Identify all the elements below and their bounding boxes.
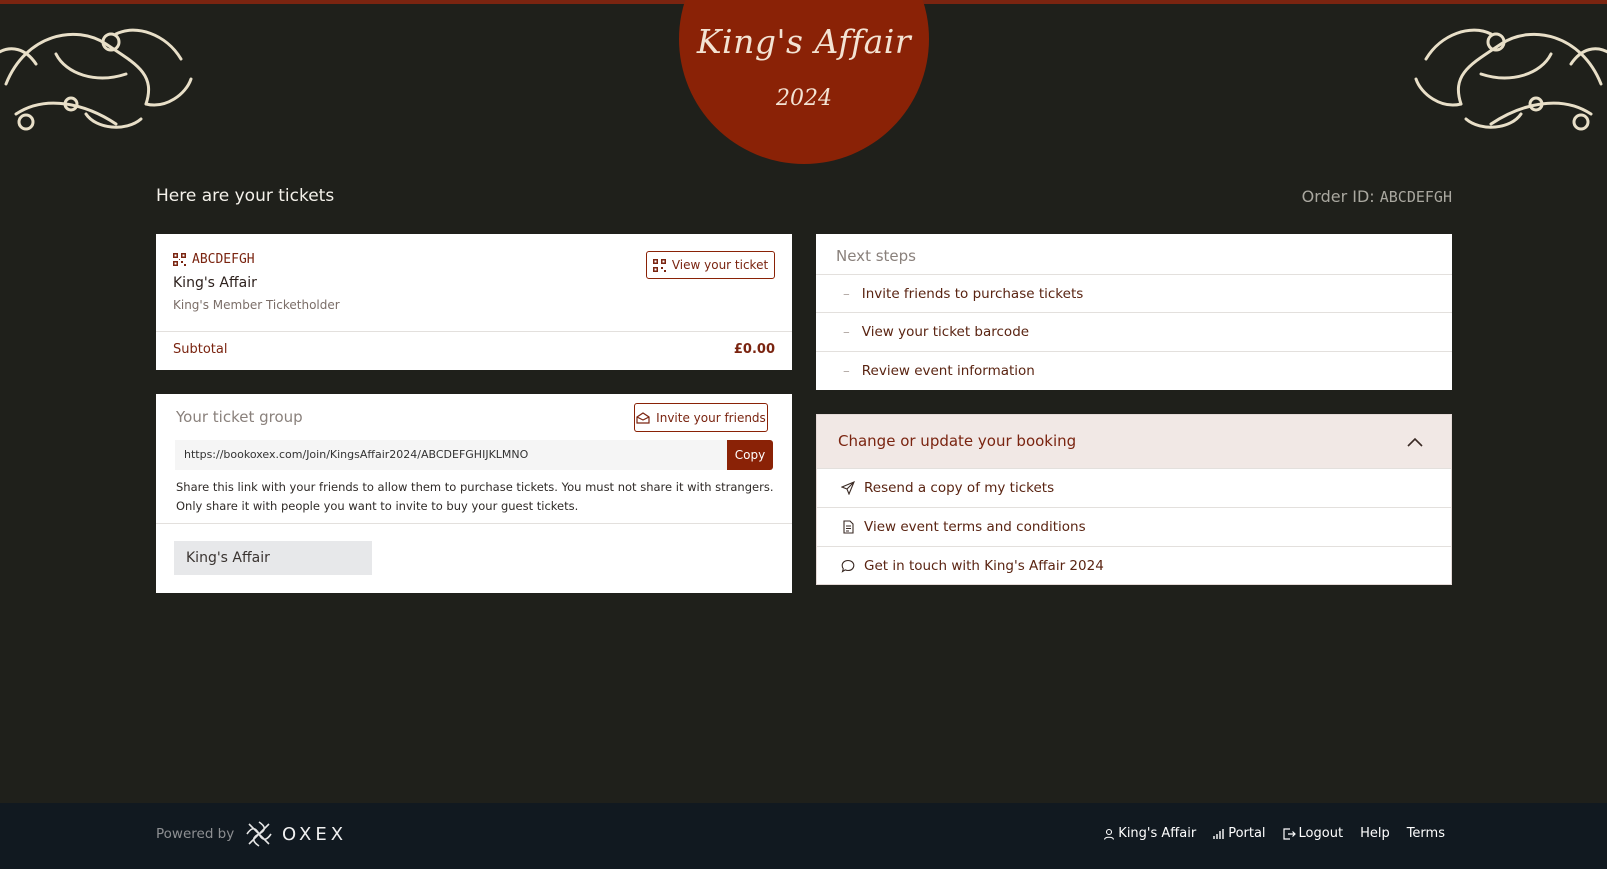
envelope-icon: [636, 411, 650, 424]
copy-button[interactable]: Copy: [727, 440, 773, 470]
chevron-up-icon[interactable]: [1407, 435, 1423, 451]
ornament-left-image: [0, 28, 193, 131]
divider: [156, 331, 792, 332]
ticket-code: ABCDEFGH: [173, 252, 255, 267]
bar-chart-icon: [1213, 828, 1224, 839]
footer-link-portal[interactable]: Portal: [1213, 826, 1266, 841]
next-step-view-barcode[interactable]: – View your ticket barcode: [816, 312, 1452, 350]
contact-organizer-link[interactable]: Get in touch with King's Affair 2024: [817, 546, 1451, 585]
footer-link-label: King's Affair: [1118, 826, 1197, 841]
order-id: Order ID: ABCDEFGH: [1302, 187, 1452, 206]
ticket-group-title: Your ticket group: [176, 408, 303, 426]
footer: Powered by OXEX King's Affair Portal Log…: [0, 803, 1607, 869]
invite-friends-button[interactable]: Invite your friends: [634, 403, 768, 432]
resend-tickets-link[interactable]: Resend a copy of my tickets: [817, 468, 1451, 507]
footer-link-logout[interactable]: Logout: [1282, 826, 1344, 841]
group-member-tag: King's Affair: [174, 541, 372, 575]
next-step-event-info[interactable]: – Review event information: [816, 351, 1452, 389]
view-ticket-label: View your ticket: [671, 258, 769, 272]
footer-link-account[interactable]: King's Affair: [1103, 826, 1196, 841]
ticket-type: King's Member Ticketholder: [173, 298, 340, 312]
view-ticket-button[interactable]: View your ticket: [646, 251, 775, 279]
next-step-label: Invite friends to purchase tickets: [861, 285, 1084, 302]
change-booking-card: Change or update your booking Resend a c…: [816, 414, 1452, 585]
qr-code-icon: [652, 258, 666, 272]
next-step-label: Review event information: [861, 362, 1035, 379]
share-link-input[interactable]: [175, 440, 727, 470]
next-steps-card: Next steps – Invite friends to purchase …: [816, 234, 1452, 390]
footer-link-terms[interactable]: Terms: [1407, 826, 1445, 841]
order-id-label: Order ID:: [1301, 187, 1375, 206]
share-note: Share this link with your friends to all…: [176, 480, 774, 513]
share-link-row: Copy: [175, 440, 773, 470]
ornament-right-image: [1414, 28, 1607, 131]
page-heading: Here are your tickets: [156, 186, 335, 206]
oxex-logo-text: OXEX: [282, 823, 348, 845]
order-id-value: ABCDEFGH: [1379, 188, 1452, 206]
logout-icon: [1282, 827, 1296, 840]
powered-by-label: Powered by: [156, 826, 235, 842]
dash-icon: –: [843, 362, 850, 379]
next-steps-title: Next steps: [836, 247, 916, 265]
document-icon: [843, 520, 854, 534]
ticket-card: ABCDEFGH King's Affair King's Member Tic…: [156, 234, 792, 370]
footer-link-label: Help: [1360, 826, 1390, 841]
event-terms-link[interactable]: View event terms and conditions: [817, 507, 1451, 546]
ticket-code-text: ABCDEFGH: [192, 252, 255, 267]
subtotal-label: Subtotal: [173, 342, 228, 357]
qr-code-icon: [173, 253, 186, 266]
send-icon: [841, 481, 855, 495]
footer-link-label: Terms: [1406, 826, 1445, 841]
next-step-invite-friends[interactable]: – Invite friends to purchase tickets: [816, 274, 1452, 312]
next-step-label: View your ticket barcode: [861, 323, 1030, 340]
event-logo-year: 2024: [776, 86, 832, 111]
event-logo-title: King's Affair: [696, 22, 912, 61]
change-booking-header[interactable]: Change or update your booking: [817, 415, 1451, 468]
change-booking-title: Change or update your booking: [838, 432, 1077, 450]
chat-icon: [841, 559, 855, 573]
footer-link-label: Portal: [1228, 826, 1266, 841]
dash-icon: –: [843, 285, 850, 302]
ticket-event-name: King's Affair: [173, 275, 257, 291]
footer-links: King's Affair Portal Logout Help Terms: [1103, 826, 1445, 841]
footer-link-help[interactable]: Help: [1360, 826, 1390, 841]
contact-organizer-label: Get in touch with King's Affair 2024: [864, 558, 1104, 574]
invite-friends-label: Invite your friends: [656, 410, 766, 425]
resend-tickets-label: Resend a copy of my tickets: [864, 480, 1055, 496]
event-terms-label: View event terms and conditions: [864, 519, 1086, 535]
footer-link-label: Logout: [1298, 826, 1344, 841]
divider: [156, 523, 792, 524]
oxex-logo-icon: [246, 821, 272, 847]
user-icon: [1104, 828, 1115, 840]
ticket-group-card: Your ticket group Invite your friends Co…: [156, 394, 792, 593]
subtotal-value: £0.00: [733, 342, 775, 357]
dash-icon: –: [843, 323, 850, 340]
event-logo[interactable]: King's Affair 2024: [679, 0, 929, 164]
oxex-logo[interactable]: OXEX: [246, 821, 347, 847]
